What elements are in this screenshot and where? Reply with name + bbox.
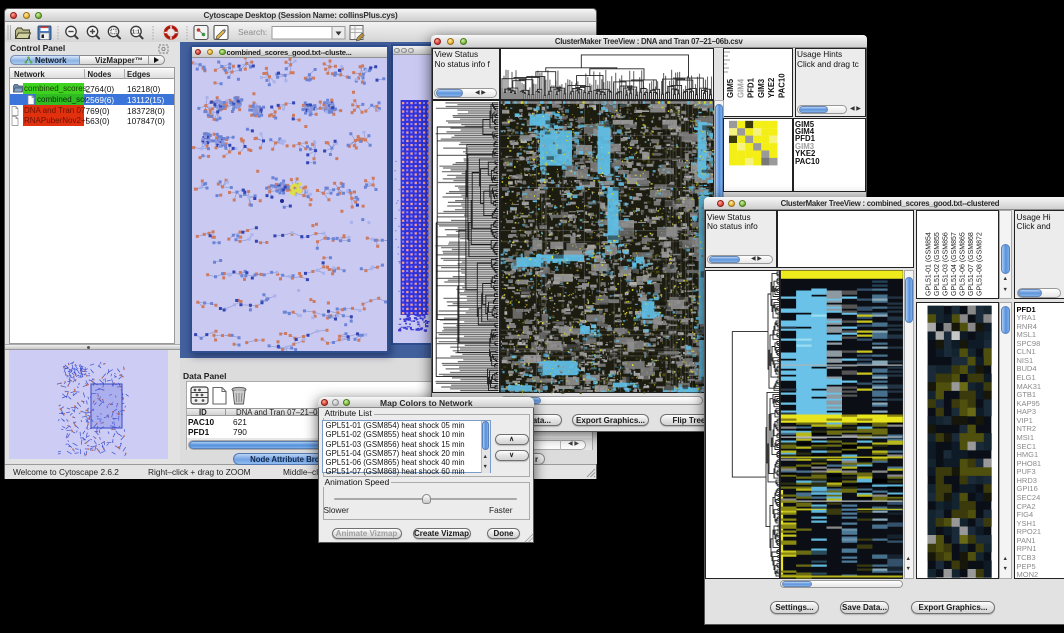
svg-text:GPL51-07 (GSM868: GPL51-07 (GSM868 <box>968 232 975 296</box>
svg-text:GPL51-01 (GSM854: GPL51-01 (GSM854 <box>926 232 933 296</box>
svg-text:GPL51-02 (GSM855: GPL51-02 (GSM855 <box>934 232 941 296</box>
svg-text:GPL51-08 (GSM872: GPL51-08 (GSM872 <box>977 232 984 296</box>
svg-text:GPL51-03 (GSM856: GPL51-03 (GSM856 <box>943 232 950 296</box>
svg-text:GPL51-04 (GSM857: GPL51-04 (GSM857 <box>951 232 958 296</box>
svg-text:GPL51-06 (GSM865: GPL51-06 (GSM865 <box>960 232 967 296</box>
